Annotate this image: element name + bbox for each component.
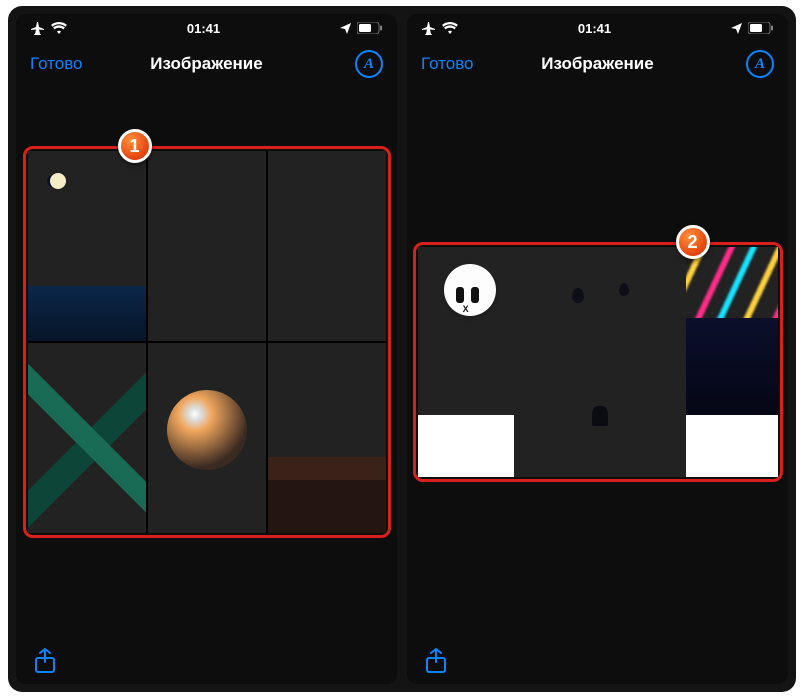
markup-icon: A [364, 56, 374, 73]
wifi-icon [442, 22, 458, 34]
grid-tile [268, 151, 386, 341]
bottom-toolbar [407, 638, 788, 684]
grid-tile [148, 343, 266, 533]
strip-column [418, 247, 514, 477]
preview-area[interactable]: 2 [407, 86, 788, 638]
strip-column [686, 247, 778, 477]
airplane-mode-icon [421, 22, 436, 35]
phone-screen-1: 01:41 Готово Изображение A 1 [16, 14, 397, 684]
airplane-mode-icon [30, 22, 45, 35]
grid-tile [28, 151, 146, 341]
strip-tile [514, 247, 686, 477]
callout-2: 2 [676, 225, 710, 259]
share-button[interactable] [34, 648, 56, 674]
preview-area[interactable]: 1 [16, 86, 397, 638]
battery-icon [748, 22, 774, 34]
grid-tile [148, 151, 266, 341]
location-icon [340, 23, 351, 34]
strip-tile [686, 247, 778, 415]
status-time: 01:41 [187, 21, 220, 36]
status-bar: 01:41 [16, 14, 397, 42]
status-time: 01:41 [578, 21, 611, 36]
callout-1: 1 [118, 129, 152, 163]
wifi-icon [51, 22, 67, 34]
nav-bar: Готово Изображение A [16, 42, 397, 86]
done-button[interactable]: Готово [30, 54, 83, 74]
share-button[interactable] [425, 648, 447, 674]
image-strip [418, 247, 778, 477]
bottom-toolbar [16, 638, 397, 684]
image-grid [28, 151, 386, 533]
markup-button[interactable]: A [746, 50, 774, 78]
strip-blank [686, 415, 778, 477]
markup-icon: A [755, 56, 765, 73]
phone-screen-2: 01:41 Готово Изображение A 2 [407, 14, 788, 684]
screenshot-pair: 01:41 Готово Изображение A 1 [8, 6, 796, 692]
battery-icon [357, 22, 383, 34]
highlight-box-1: 1 [23, 146, 391, 538]
done-button[interactable]: Готово [421, 54, 474, 74]
highlight-box-2: 2 [413, 242, 783, 482]
grid-tile [268, 343, 386, 533]
strip-blank [418, 415, 514, 477]
strip-column [514, 247, 686, 477]
status-bar: 01:41 [407, 14, 788, 42]
markup-button[interactable]: A [355, 50, 383, 78]
location-icon [731, 23, 742, 34]
grid-tile [28, 343, 146, 533]
nav-bar: Готово Изображение A [407, 42, 788, 86]
strip-tile [418, 247, 514, 415]
